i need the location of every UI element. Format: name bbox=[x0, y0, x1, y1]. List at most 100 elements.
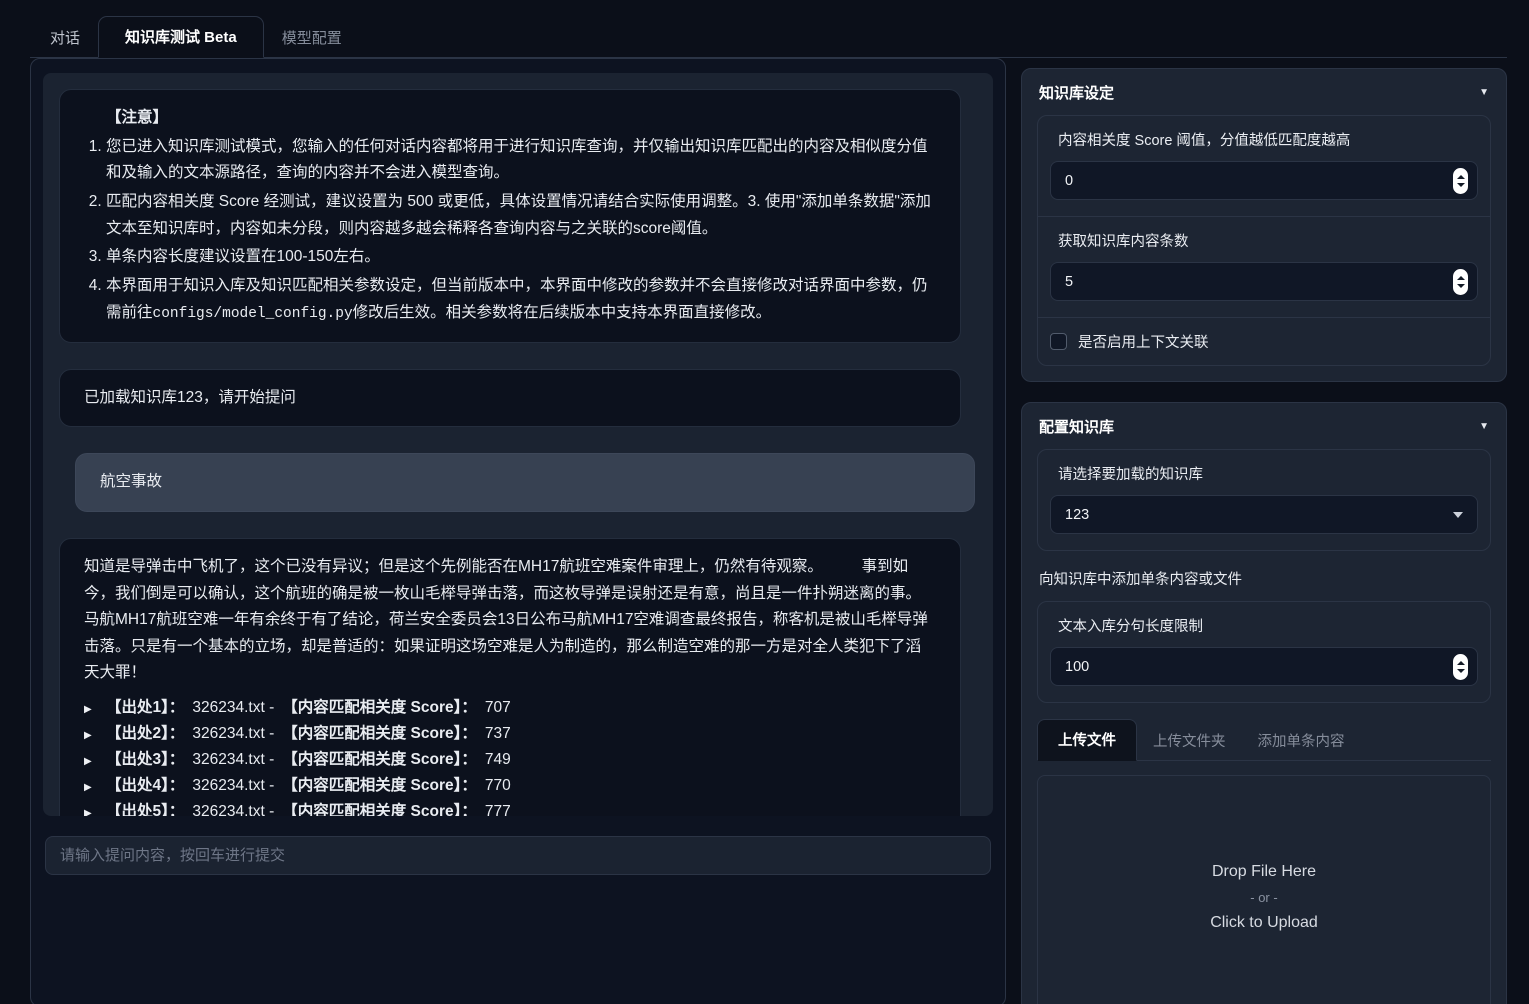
dropzone-line3: Click to Upload bbox=[1210, 914, 1318, 932]
source-score-label: 【内容匹配相关度 Score】： bbox=[282, 747, 477, 773]
tab-add-single-content[interactable]: 添加单条内容 bbox=[1242, 722, 1361, 760]
bot-message-notice: 【注意】 您已进入知识库测试模式，您输入的任何对话内容都将用于进行知识库查询，并… bbox=[59, 89, 961, 343]
dropzone-line1: Drop File Here bbox=[1212, 863, 1316, 881]
source-file: 326234.txt - bbox=[192, 773, 274, 799]
topk-label: 获取知识库内容条数 bbox=[1050, 230, 1478, 251]
accordion-collapse-icon[interactable]: ▼ bbox=[1479, 421, 1489, 432]
bot-message-answer: 知道是导弹击中飞机了，这个已没有异议；但是这个先例能否在MH17航班空难案件审理… bbox=[59, 538, 961, 816]
settings-column: 知识库设定 ▼ 内容相关度 Score 阈值，分值越低匹配度越高 0 获取知识库… bbox=[1021, 68, 1507, 1004]
context-link-row: 是否启用上下文关联 bbox=[1038, 317, 1490, 365]
score-threshold-section: 内容相关度 Score 阈值，分值越低匹配度越高 0 bbox=[1038, 116, 1490, 216]
source-row[interactable]: ▶ 【出处5】： 326234.txt - 【内容匹配相关度 Score】： 7… bbox=[84, 799, 936, 816]
bot-message-text: 已加载知识库123，请开始提问 bbox=[84, 389, 296, 406]
kb-settings-title: 知识库设定 bbox=[1039, 82, 1114, 103]
accordion-collapse-icon[interactable]: ▼ bbox=[1479, 87, 1489, 98]
notice-item-text: 修改后生效。相关参数将在后续版本中支持本界面直接修改。 bbox=[353, 304, 772, 321]
kb-config-panel: 配置知识库 ▼ 请选择要加载的知识库 123 向知识库中添加单条内容或文件 bbox=[1021, 402, 1507, 1004]
split-length-section: 文本入库分句长度限制 100 bbox=[1038, 602, 1490, 702]
source-score-label: 【内容匹配相关度 Score】： bbox=[282, 773, 477, 799]
source-file: 326234.txt - bbox=[192, 799, 274, 816]
topk-section: 获取知识库内容条数 5 bbox=[1038, 216, 1490, 317]
split-length-value[interactable]: 100 bbox=[1065, 659, 1089, 675]
question-input[interactable] bbox=[45, 836, 991, 875]
source-score: 737 bbox=[485, 721, 511, 747]
source-row[interactable]: ▶ 【出处4】： 326234.txt - 【内容匹配相关度 Score】： 7… bbox=[84, 773, 936, 799]
kb-select-section: 请选择要加载的知识库 123 bbox=[1038, 450, 1490, 550]
chatbot-area: 【注意】 您已进入知识库测试模式，您输入的任何对话内容都将用于进行知识库查询，并… bbox=[43, 73, 993, 816]
source-file: 326234.txt - bbox=[192, 695, 274, 721]
split-length-input-box: 100 bbox=[1050, 647, 1478, 686]
topk-value[interactable]: 5 bbox=[1065, 274, 1073, 290]
split-length-label: 文本入库分句长度限制 bbox=[1050, 615, 1478, 636]
source-label: 【出处3】： bbox=[106, 747, 184, 773]
expand-triangle-icon[interactable]: ▶ bbox=[84, 702, 106, 719]
source-score: 770 bbox=[485, 773, 511, 799]
expand-triangle-icon[interactable]: ▶ bbox=[84, 806, 106, 816]
kb-config-accordion-header[interactable]: 配置知识库 ▼ bbox=[1037, 414, 1491, 437]
source-score-label: 【内容匹配相关度 Score】： bbox=[282, 799, 477, 816]
answer-text: 知道是导弹击中飞机了，这个已没有异议；但是这个先例能否在MH17航班空难案件审理… bbox=[84, 554, 936, 687]
kb-config-title: 配置知识库 bbox=[1039, 416, 1114, 437]
source-score-label: 【内容匹配相关度 Score】： bbox=[282, 721, 477, 747]
tab-upload-file[interactable]: 上传文件 bbox=[1037, 719, 1137, 761]
app-root: 对话 知识库测试 Beta 模型配置 【注意】 您已进入知识库测试模式，您输入的… bbox=[0, 0, 1529, 1004]
tab-upload-folder[interactable]: 上传文件夹 bbox=[1137, 722, 1242, 760]
tab-dialog[interactable]: 对话 bbox=[32, 19, 98, 57]
kb-select-label: 请选择要加载的知识库 bbox=[1050, 463, 1478, 484]
number-spinner-icon[interactable] bbox=[1453, 269, 1468, 295]
notice-item: 本界面用于知识入库及知识匹配相关参数设定，但当前版本中，本界面中修改的参数并不会… bbox=[106, 273, 936, 327]
context-link-checkbox[interactable] bbox=[1050, 333, 1067, 350]
expand-triangle-icon[interactable]: ▶ bbox=[84, 754, 106, 771]
dropzone-line2: - or - bbox=[1250, 890, 1277, 905]
source-file: 326234.txt - bbox=[192, 721, 274, 747]
topk-input-box: 5 bbox=[1050, 262, 1478, 301]
user-message-text: 航空事故 bbox=[100, 473, 162, 490]
add-content-section-label: 向知识库中添加单条内容或文件 bbox=[1039, 568, 1489, 589]
source-score-label: 【内容匹配相关度 Score】： bbox=[282, 695, 477, 721]
source-label: 【出处4】： bbox=[106, 773, 184, 799]
notice-title: 【注意】 bbox=[106, 105, 936, 132]
config-file-path: configs/model_config.py bbox=[153, 306, 353, 322]
split-length-group: 文本入库分句长度限制 100 bbox=[1037, 601, 1491, 703]
notice-item: 单条内容长度建议设置在100-150左右。 bbox=[106, 244, 936, 271]
expand-triangle-icon[interactable]: ▶ bbox=[84, 780, 106, 797]
kb-settings-group: 内容相关度 Score 阈值，分值越低匹配度越高 0 获取知识库内容条数 5 bbox=[1037, 115, 1491, 366]
chat-column: 【注意】 您已进入知识库测试模式，您输入的任何对话内容都将用于进行知识库查询，并… bbox=[30, 58, 1006, 1004]
user-message: 航空事故 bbox=[75, 453, 975, 512]
score-threshold-label: 内容相关度 Score 阈值，分值越低匹配度越高 bbox=[1050, 129, 1478, 150]
dropdown-caret-icon bbox=[1453, 512, 1463, 518]
source-file: 326234.txt - bbox=[192, 747, 274, 773]
source-list: ▶ 【出处1】： 326234.txt - 【内容匹配相关度 Score】： 7… bbox=[84, 695, 936, 816]
source-score: 707 bbox=[485, 695, 511, 721]
kb-select-value: 123 bbox=[1065, 507, 1089, 523]
source-row[interactable]: ▶ 【出处2】： 326234.txt - 【内容匹配相关度 Score】： 7… bbox=[84, 721, 936, 747]
file-dropzone[interactable]: Drop File Here - or - Click to Upload bbox=[1037, 775, 1491, 1004]
kb-settings-accordion-header[interactable]: 知识库设定 ▼ bbox=[1037, 80, 1491, 103]
source-score: 777 bbox=[485, 799, 511, 816]
notice-item: 您已进入知识库测试模式，您输入的任何对话内容都将用于进行知识库查询，并仅输出知识… bbox=[106, 134, 936, 187]
notice-item: 匹配内容相关度 Score 经测试，建议设置为 500 或更低，具体设置情况请结… bbox=[106, 189, 936, 242]
source-row[interactable]: ▶ 【出处1】： 326234.txt - 【内容匹配相关度 Score】： 7… bbox=[84, 695, 936, 721]
source-label: 【出处2】： bbox=[106, 721, 184, 747]
source-label: 【出处1】： bbox=[106, 695, 184, 721]
number-spinner-icon[interactable] bbox=[1453, 654, 1468, 680]
source-label: 【出处5】： bbox=[106, 799, 184, 816]
expand-triangle-icon[interactable]: ▶ bbox=[84, 728, 106, 745]
number-spinner-icon[interactable] bbox=[1453, 168, 1468, 194]
tab-kb-test[interactable]: 知识库测试 Beta bbox=[98, 16, 264, 58]
tab-content: 【注意】 您已进入知识库测试模式，您输入的任何对话内容都将用于进行知识库查询，并… bbox=[30, 58, 1507, 1004]
score-threshold-value[interactable]: 0 bbox=[1065, 173, 1073, 189]
bot-message-loaded: 已加载知识库123，请开始提问 bbox=[59, 369, 961, 428]
main-tabbar: 对话 知识库测试 Beta 模型配置 bbox=[30, 16, 1507, 58]
context-link-label: 是否启用上下文关联 bbox=[1078, 331, 1209, 352]
kb-select-group: 请选择要加载的知识库 123 bbox=[1037, 449, 1491, 551]
kb-settings-panel: 知识库设定 ▼ 内容相关度 Score 阈值，分值越低匹配度越高 0 获取知识库… bbox=[1021, 68, 1507, 382]
score-threshold-input-box: 0 bbox=[1050, 161, 1478, 200]
source-score: 749 bbox=[485, 747, 511, 773]
notice-list: 您已进入知识库测试模式，您输入的任何对话内容都将用于进行知识库查询，并仅输出知识… bbox=[84, 134, 936, 327]
kb-select-dropdown[interactable]: 123 bbox=[1050, 495, 1478, 534]
chat-input-row bbox=[45, 836, 991, 875]
tab-model-config[interactable]: 模型配置 bbox=[264, 19, 360, 57]
source-row[interactable]: ▶ 【出处3】： 326234.txt - 【内容匹配相关度 Score】： 7… bbox=[84, 747, 936, 773]
upload-tabbar: 上传文件 上传文件夹 添加单条内容 bbox=[1037, 719, 1491, 761]
